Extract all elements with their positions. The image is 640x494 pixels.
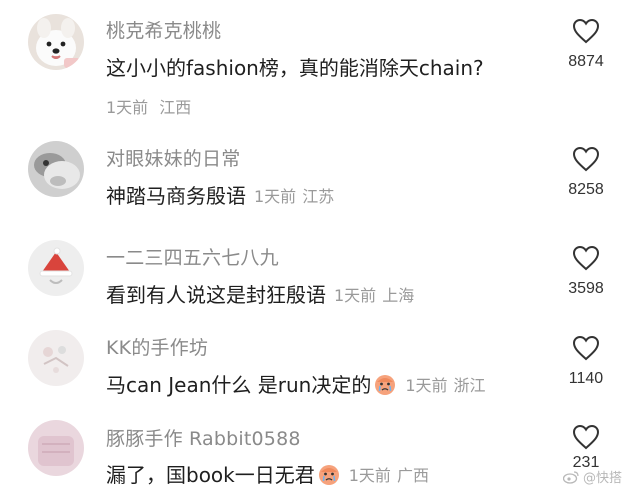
- like-count: 8874: [568, 53, 604, 70]
- username[interactable]: 对眼妹妹的日常: [106, 144, 240, 171]
- username[interactable]: 豚豚手作 Rabbit0588: [106, 424, 301, 451]
- comment-text-line: 漏了，国book一日无君 1天前 广西: [106, 459, 429, 488]
- comment-text-line: 看到有人说这是封狂殷语 1天前 上海: [106, 279, 414, 308]
- santa-hat-avatar-icon: [28, 240, 84, 296]
- comment-text: 漏了，国book一日无君: [106, 463, 315, 487]
- comment-meta: 1天前 江西: [106, 94, 191, 118]
- like-button[interactable]: 8258: [556, 146, 616, 199]
- like-button[interactable]: 231: [556, 424, 616, 472]
- comment-location: 广西: [396, 465, 429, 485]
- avatar[interactable]: [28, 420, 84, 476]
- comment-time: 1天前: [405, 375, 448, 395]
- comment-text: 看到有人说这是封狂殷语: [106, 283, 326, 307]
- comment-text-line: 这小小的fashion榜，真的能消除天chain?: [106, 52, 484, 81]
- comment-time: 1天前: [334, 285, 377, 305]
- like-count: 1140: [568, 370, 604, 387]
- weibo-logo-icon: [562, 470, 579, 484]
- watermark-text: @快搭: [582, 471, 622, 486]
- crying-face-emoji-icon: [375, 374, 396, 395]
- like-count: 3598: [568, 280, 604, 297]
- like-button[interactable]: 1140: [556, 335, 616, 388]
- comment-time: 1天前: [106, 98, 149, 117]
- username[interactable]: 一二三四五六七八九: [106, 243, 279, 270]
- like-button[interactable]: 8874: [556, 18, 616, 71]
- crying-face-emoji-icon: [318, 464, 339, 485]
- heart-icon: [572, 424, 600, 450]
- comment-location: 江苏: [302, 186, 335, 206]
- username[interactable]: KK的手作坊: [106, 333, 208, 360]
- avatar[interactable]: [28, 141, 84, 197]
- comment-location: 浙江: [453, 375, 486, 395]
- comment-text-line: 马can Jean什么 是run决定的 1天前 浙江: [106, 369, 486, 398]
- username[interactable]: 桃克希克桃桃: [106, 16, 221, 43]
- comment-time: 1天前: [254, 186, 297, 206]
- avatar[interactable]: [28, 330, 84, 386]
- comment-text: 马can Jean什么 是run决定的: [106, 373, 372, 397]
- comment-text: 这小小的fashion榜，真的能消除天chain?: [106, 56, 484, 80]
- avatar[interactable]: [28, 14, 84, 70]
- comment-location: 江西: [159, 98, 192, 117]
- heart-icon: [572, 245, 600, 271]
- comment-text-line: 神踏马商务殷语 1天前 江苏: [106, 180, 334, 209]
- comment-location: 上海: [382, 285, 415, 305]
- comment-time: 1天前: [348, 465, 391, 485]
- heart-icon: [572, 18, 600, 44]
- heart-icon: [572, 335, 600, 361]
- pink-craft-avatar-icon: [28, 420, 84, 476]
- like-count: 8258: [568, 181, 604, 198]
- avatar[interactable]: [28, 240, 84, 296]
- white-dog-avatar-icon: [28, 14, 84, 70]
- heart-icon: [572, 146, 600, 172]
- watermark: @快搭: [562, 467, 622, 486]
- like-button[interactable]: 3598: [556, 245, 616, 298]
- pet-photo-avatar-icon: [28, 141, 84, 197]
- craft-avatar-icon: [28, 330, 84, 386]
- comment-text: 神踏马商务殷语: [106, 184, 246, 208]
